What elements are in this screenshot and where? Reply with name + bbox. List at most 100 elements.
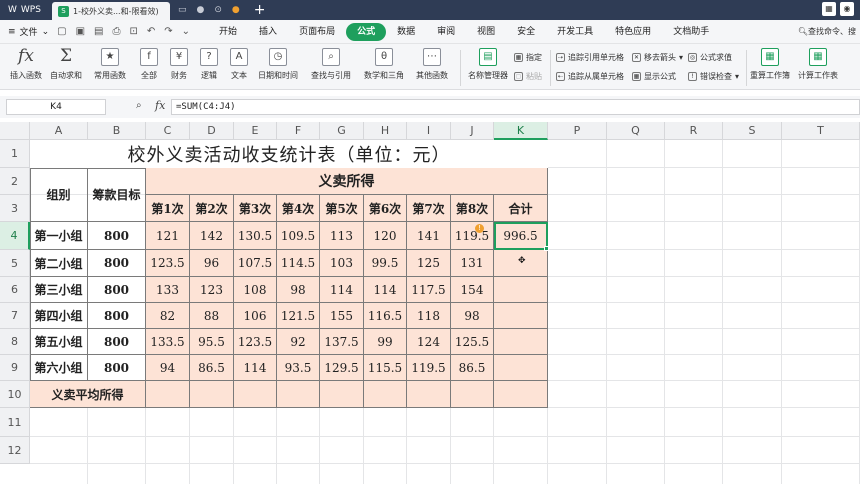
row-header-12[interactable]: 12 bbox=[0, 437, 30, 464]
all-functions-button[interactable]: f 全部 bbox=[140, 48, 158, 81]
column-header-K[interactable]: K bbox=[494, 122, 548, 140]
error-check-button[interactable]: ! 错误检查 ▾ bbox=[688, 71, 739, 82]
trace-precedents-button[interactable]: ⇢ 追踪引用单元格 bbox=[556, 52, 624, 63]
value-cell[interactable]: 123 bbox=[190, 277, 234, 303]
value-cell[interactable]: 129.5 bbox=[320, 355, 364, 381]
column-header-F[interactable]: F bbox=[277, 122, 320, 140]
avg-cell[interactable] bbox=[277, 381, 320, 408]
value-cell[interactable]: 121 bbox=[146, 222, 190, 250]
common-functions-button[interactable]: ★ 常用函数 bbox=[94, 48, 126, 81]
menu-tab-5[interactable]: 审阅 bbox=[426, 23, 466, 41]
export-icon[interactable]: ▤ bbox=[94, 26, 103, 37]
value-cell[interactable]: 131 bbox=[451, 250, 494, 277]
column-header-T[interactable]: T bbox=[782, 122, 860, 140]
value-cell[interactable]: 120 bbox=[364, 222, 407, 250]
insert-function-button[interactable]: fx 插入函数 bbox=[10, 48, 42, 81]
other-functions-button[interactable]: ⋯ 其他函数 bbox=[416, 48, 448, 81]
wps-logo[interactable]: W WPS bbox=[0, 0, 52, 20]
value-cell[interactable]: 114 bbox=[320, 277, 364, 303]
group-name[interactable]: 第二小组 bbox=[30, 250, 88, 277]
value-cell[interactable]: 108 bbox=[234, 277, 277, 303]
zoom-search-icon[interactable]: ⌕ bbox=[136, 100, 142, 111]
header-time-5[interactable]: 第5次 bbox=[320, 195, 364, 222]
value-cell[interactable]: 133.5 bbox=[146, 329, 190, 355]
row-header-8[interactable]: 8 bbox=[0, 329, 30, 355]
document-tab[interactable]: S 1-校外义卖...和-限看效) bbox=[52, 2, 170, 20]
value-cell[interactable]: 142 bbox=[190, 222, 234, 250]
value-cell[interactable]: 133 bbox=[146, 277, 190, 303]
row-header-3[interactable]: 3 bbox=[0, 195, 30, 222]
value-cell[interactable]: 114 bbox=[364, 277, 407, 303]
avg-cell[interactable] bbox=[234, 381, 277, 408]
redo-icon[interactable]: ↷ bbox=[164, 26, 172, 37]
value-cell[interactable]: 114.5 bbox=[277, 250, 320, 277]
total-cell[interactable] bbox=[494, 277, 548, 303]
row-header-11[interactable]: 11 bbox=[0, 408, 30, 437]
value-cell[interactable]: 98 bbox=[451, 303, 494, 329]
name-manager-button[interactable]: ▤ 名称管理器 bbox=[468, 48, 508, 81]
new-tab-button[interactable]: + bbox=[254, 2, 266, 18]
value-cell[interactable]: 88 bbox=[190, 303, 234, 329]
column-header-G[interactable]: G bbox=[320, 122, 364, 140]
value-cell[interactable]: 125.5 bbox=[451, 329, 494, 355]
column-header-E[interactable]: E bbox=[234, 122, 277, 140]
share-icon[interactable]: ⊙ bbox=[214, 5, 222, 15]
value-cell[interactable]: 94 bbox=[146, 355, 190, 381]
group-target[interactable]: 800 bbox=[88, 303, 146, 329]
value-cell[interactable]: 123.5 bbox=[234, 329, 277, 355]
paste-button[interactable]: ▢ 粘贴 bbox=[514, 71, 542, 82]
value-cell[interactable]: 95.5 bbox=[190, 329, 234, 355]
menu-tab-6[interactable]: 视图 bbox=[466, 23, 506, 41]
avg-cell[interactable] bbox=[364, 381, 407, 408]
header-time-4[interactable]: 第4次 bbox=[277, 195, 320, 222]
header-time-1[interactable]: 第1次 bbox=[146, 195, 190, 222]
column-header-R[interactable]: R bbox=[665, 122, 723, 140]
column-header-A[interactable]: A bbox=[30, 122, 88, 140]
column-header-C[interactable]: C bbox=[146, 122, 190, 140]
group-name[interactable]: 第三小组 bbox=[30, 277, 88, 303]
group-target[interactable]: 800 bbox=[88, 329, 146, 355]
value-cell[interactable]: 115.5 bbox=[364, 355, 407, 381]
menu-tab-2[interactable]: 页面布局 bbox=[288, 23, 346, 41]
value-cell[interactable]: 154 bbox=[451, 277, 494, 303]
avg-cell[interactable] bbox=[407, 381, 451, 408]
value-cell[interactable]: 99.5 bbox=[364, 250, 407, 277]
value-cell[interactable]: 121.5 bbox=[277, 303, 320, 329]
header-time-8[interactable]: 第8次 bbox=[451, 195, 494, 222]
formula-input[interactable]: =SUM(C4:J4) bbox=[171, 99, 860, 115]
menu-tab-3[interactable]: 公式 bbox=[346, 22, 387, 41]
trace-dependents-button[interactable]: ⇠ 追踪从属单元格 bbox=[556, 71, 624, 82]
header-total[interactable]: 合计 bbox=[494, 195, 548, 222]
header-group[interactable]: 组别 bbox=[30, 168, 88, 222]
column-header-D[interactable]: D bbox=[190, 122, 234, 140]
value-cell[interactable]: 96 bbox=[190, 250, 234, 277]
financial-button[interactable]: ¥ 财务 bbox=[170, 48, 188, 81]
value-cell[interactable]: 117.5 bbox=[407, 277, 451, 303]
total-cell[interactable] bbox=[494, 355, 548, 381]
total-cell[interactable] bbox=[494, 329, 548, 355]
group-name[interactable]: 第一小组 bbox=[30, 222, 88, 250]
spreadsheet-grid[interactable]: A B C D E F G H I J K P Q R S T 1 2 3 4 5 6 7 8 9 10 11 12 校外义卖活动收支统… bbox=[0, 122, 860, 484]
column-header-Q[interactable]: Q bbox=[607, 122, 665, 140]
row-header-4[interactable]: 4 bbox=[0, 222, 30, 250]
row-header-10[interactable]: 10 bbox=[0, 381, 30, 408]
window-icon[interactable]: ▭ bbox=[178, 5, 187, 15]
avatar[interactable]: ◉ bbox=[840, 2, 854, 16]
column-header-S[interactable]: S bbox=[723, 122, 782, 140]
value-cell[interactable]: 98 bbox=[277, 277, 320, 303]
row-header-5[interactable]: 5 bbox=[0, 250, 30, 277]
more-icon[interactable]: ⌄ bbox=[182, 26, 190, 37]
value-cell[interactable]: 106 bbox=[234, 303, 277, 329]
value-cell[interactable]: 82 bbox=[146, 303, 190, 329]
specify-button[interactable]: ▦ 指定 bbox=[514, 52, 542, 63]
menu-tab-8[interactable]: 开发工具 bbox=[546, 23, 604, 41]
value-cell[interactable]: 99 bbox=[364, 329, 407, 355]
evaluate-formula-button[interactable]: ◎ 公式求值 bbox=[688, 52, 732, 63]
print-icon[interactable]: ⎙ bbox=[112, 26, 120, 37]
lookup-button[interactable]: ⌕ 查找与引用 bbox=[311, 48, 351, 81]
group-name[interactable]: 第五小组 bbox=[30, 329, 88, 355]
calc-sheet-button[interactable]: ▦ 计算工作表 bbox=[798, 48, 838, 81]
layout-icon[interactable]: ▦ bbox=[822, 2, 836, 16]
preview-icon[interactable]: ⊡ bbox=[129, 26, 137, 37]
command-search[interactable]: 🔍︎查找命令、搜 bbox=[798, 26, 856, 37]
